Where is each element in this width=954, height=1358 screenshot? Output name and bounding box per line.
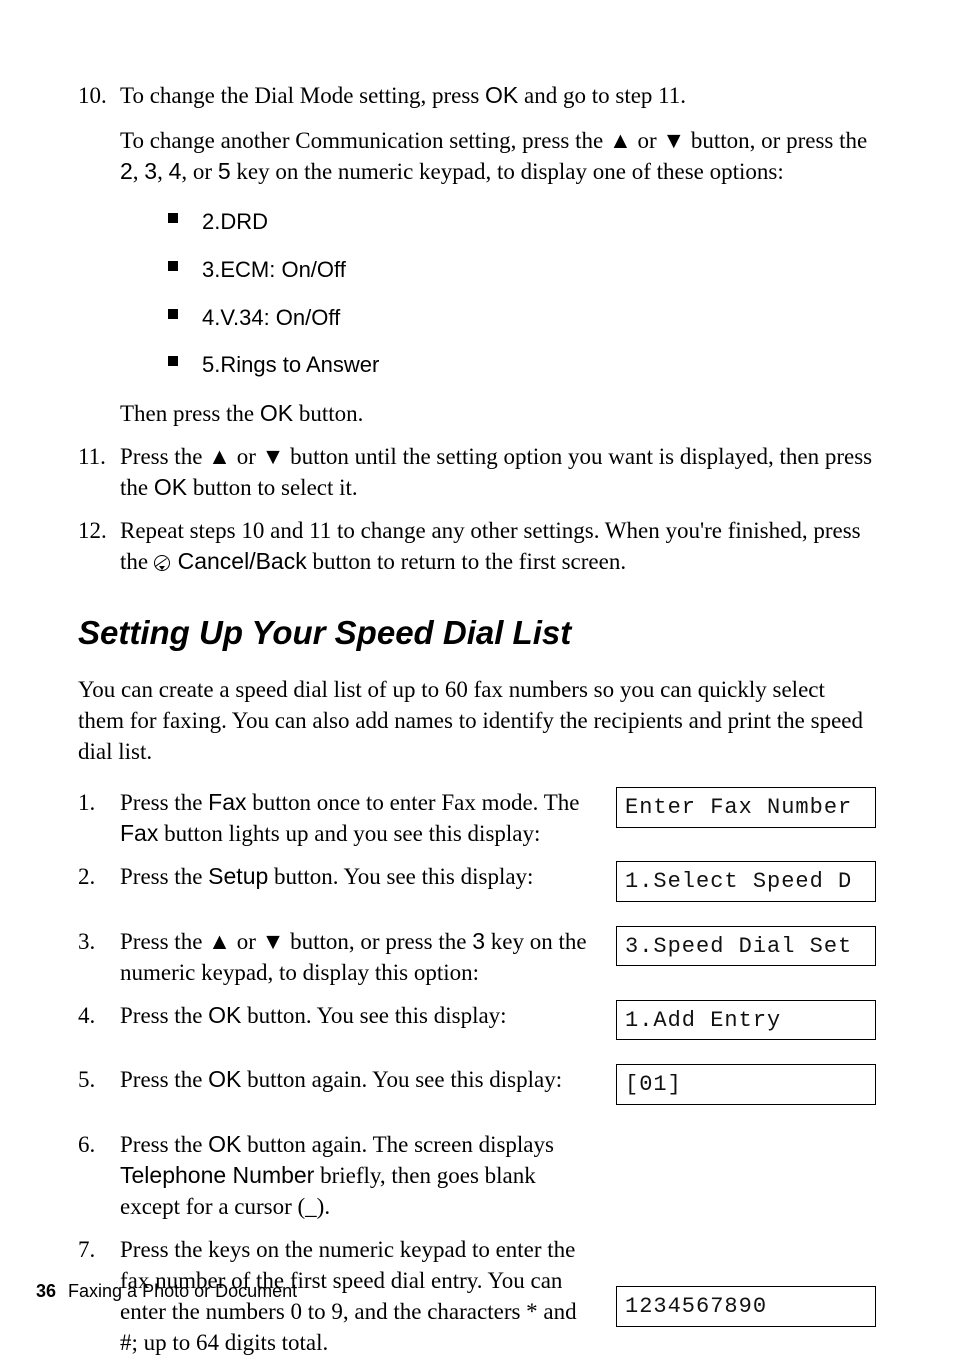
text: To change the Dial Mode setting, press <box>120 83 485 108</box>
lcd-display: [01] <box>616 1064 876 1105</box>
sd-step-6: 6. Press the OK button again. The screen… <box>78 1129 876 1222</box>
step-number: 3. <box>78 926 120 957</box>
text: button. You see this display: <box>268 864 533 889</box>
text: key on the numeric keypad, to display on… <box>231 159 784 184</box>
ok-label: OK <box>485 82 518 108</box>
text: button. You see this display: <box>241 1003 506 1028</box>
ok-label: OK <box>208 1066 241 1092</box>
sd-step-2: 2. Press the Setup button. You see this … <box>78 861 876 914</box>
key-4: 4 <box>169 158 182 184</box>
text: button, or press the <box>685 128 867 153</box>
cancel-back-label: Cancel/Back <box>178 548 307 574</box>
fax-label: Fax <box>120 820 158 846</box>
ok-label: OK <box>154 474 187 500</box>
page-footer: 36 Faxing a Photo or Document <box>36 1281 297 1302</box>
text: button to select it. <box>187 475 358 500</box>
text: , <box>157 159 169 184</box>
step-number: 1. <box>78 787 120 818</box>
option-ecm: 3.ECM: On/Off <box>162 255 876 285</box>
down-arrow-icon: ▼ <box>662 127 685 153</box>
option-drd: 2.DRD <box>162 207 876 237</box>
text: Press the <box>120 444 208 469</box>
text: button to return to the first screen. <box>307 549 626 574</box>
down-arrow-icon: ▼ <box>262 443 285 469</box>
text: Press the <box>120 864 208 889</box>
text: button again. You see this display: <box>241 1067 562 1092</box>
key-3: 3 <box>144 158 157 184</box>
option-rings: 5.Rings to Answer <box>162 350 876 380</box>
step-number: 2. <box>78 861 120 892</box>
step-number: 4. <box>78 1000 120 1031</box>
down-arrow-icon: ▼ <box>262 928 285 954</box>
key-2: 2 <box>120 158 133 184</box>
text: Press the <box>120 1003 208 1028</box>
options-list: 2.DRD 3.ECM: On/Off 4.V.34: On/Off 5.Rin… <box>162 207 876 380</box>
text: , or <box>181 159 217 184</box>
text: and go to step 11. <box>518 83 686 108</box>
text: Press the <box>120 1067 208 1092</box>
up-arrow-icon: ▲ <box>208 443 231 469</box>
lcd-display: Enter Fax Number <box>616 787 876 828</box>
lcd-display: 1.Add Entry <box>616 1000 876 1041</box>
chapter-title: Faxing a Photo or Document <box>68 1281 297 1301</box>
text: button once to enter Fax mode. The <box>247 790 580 815</box>
up-arrow-icon: ▲ <box>208 928 231 954</box>
option-v34: 4.V.34: On/Off <box>162 303 876 333</box>
text: or <box>632 128 663 153</box>
step-12: 12. Repeat steps 10 and 11 to change any… <box>78 515 876 577</box>
section-heading: Setting Up Your Speed Dial List <box>78 611 876 656</box>
text: button lights up and you see this displa… <box>158 821 540 846</box>
sd-step-1: 1. Press the Fax button once to enter Fa… <box>78 787 876 849</box>
ok-label: OK <box>260 400 293 426</box>
text: button again. The screen displays <box>241 1132 554 1157</box>
intro-paragraph: You can create a speed dial list of up t… <box>78 674 876 767</box>
up-arrow-icon: ▲ <box>609 127 632 153</box>
step-number: 5. <box>78 1064 120 1095</box>
step-11: 11. Press the ▲ or ▼ button until the se… <box>78 441 876 503</box>
sd-step-3: 3. Press the ▲ or ▼ button, or press the… <box>78 926 876 988</box>
page-number: 36 <box>36 1281 56 1301</box>
step-number: 7. <box>78 1234 120 1265</box>
lcd-display: 1.Select Speed D <box>616 861 876 902</box>
sd-step-5: 5. Press the OK button again. You see th… <box>78 1064 876 1117</box>
text: or <box>231 929 262 954</box>
sd-step-4: 4. Press the OK button. You see this dis… <box>78 1000 876 1053</box>
text: Then press the <box>120 401 260 426</box>
text: Press the <box>120 790 208 815</box>
step-number: 10. <box>78 80 120 429</box>
step-number: 12. <box>78 515 120 577</box>
step-number: 11. <box>78 441 120 503</box>
text: Press the <box>120 929 208 954</box>
fax-label: Fax <box>208 789 246 815</box>
ok-label: OK <box>208 1131 241 1157</box>
lcd-display: 1234567890 <box>616 1286 876 1327</box>
key-5: 5 <box>218 158 231 184</box>
text: button. <box>293 401 363 426</box>
text: or <box>231 444 262 469</box>
setup-label: Setup <box>208 863 268 889</box>
step-10: 10. To change the Dial Mode setting, pre… <box>78 80 876 429</box>
text: button, or press the <box>284 929 472 954</box>
step-number: 6. <box>78 1129 120 1160</box>
lcd-display: 3.Speed Dial Set <box>616 926 876 967</box>
ok-label: OK <box>208 1002 241 1028</box>
key-3: 3 <box>472 928 485 954</box>
cancel-back-icon <box>154 555 170 571</box>
text: , <box>133 159 145 184</box>
telephone-number-label: Telephone Number <box>120 1162 314 1188</box>
text: Press the <box>120 1132 208 1157</box>
text: To change another Communication setting,… <box>120 128 609 153</box>
